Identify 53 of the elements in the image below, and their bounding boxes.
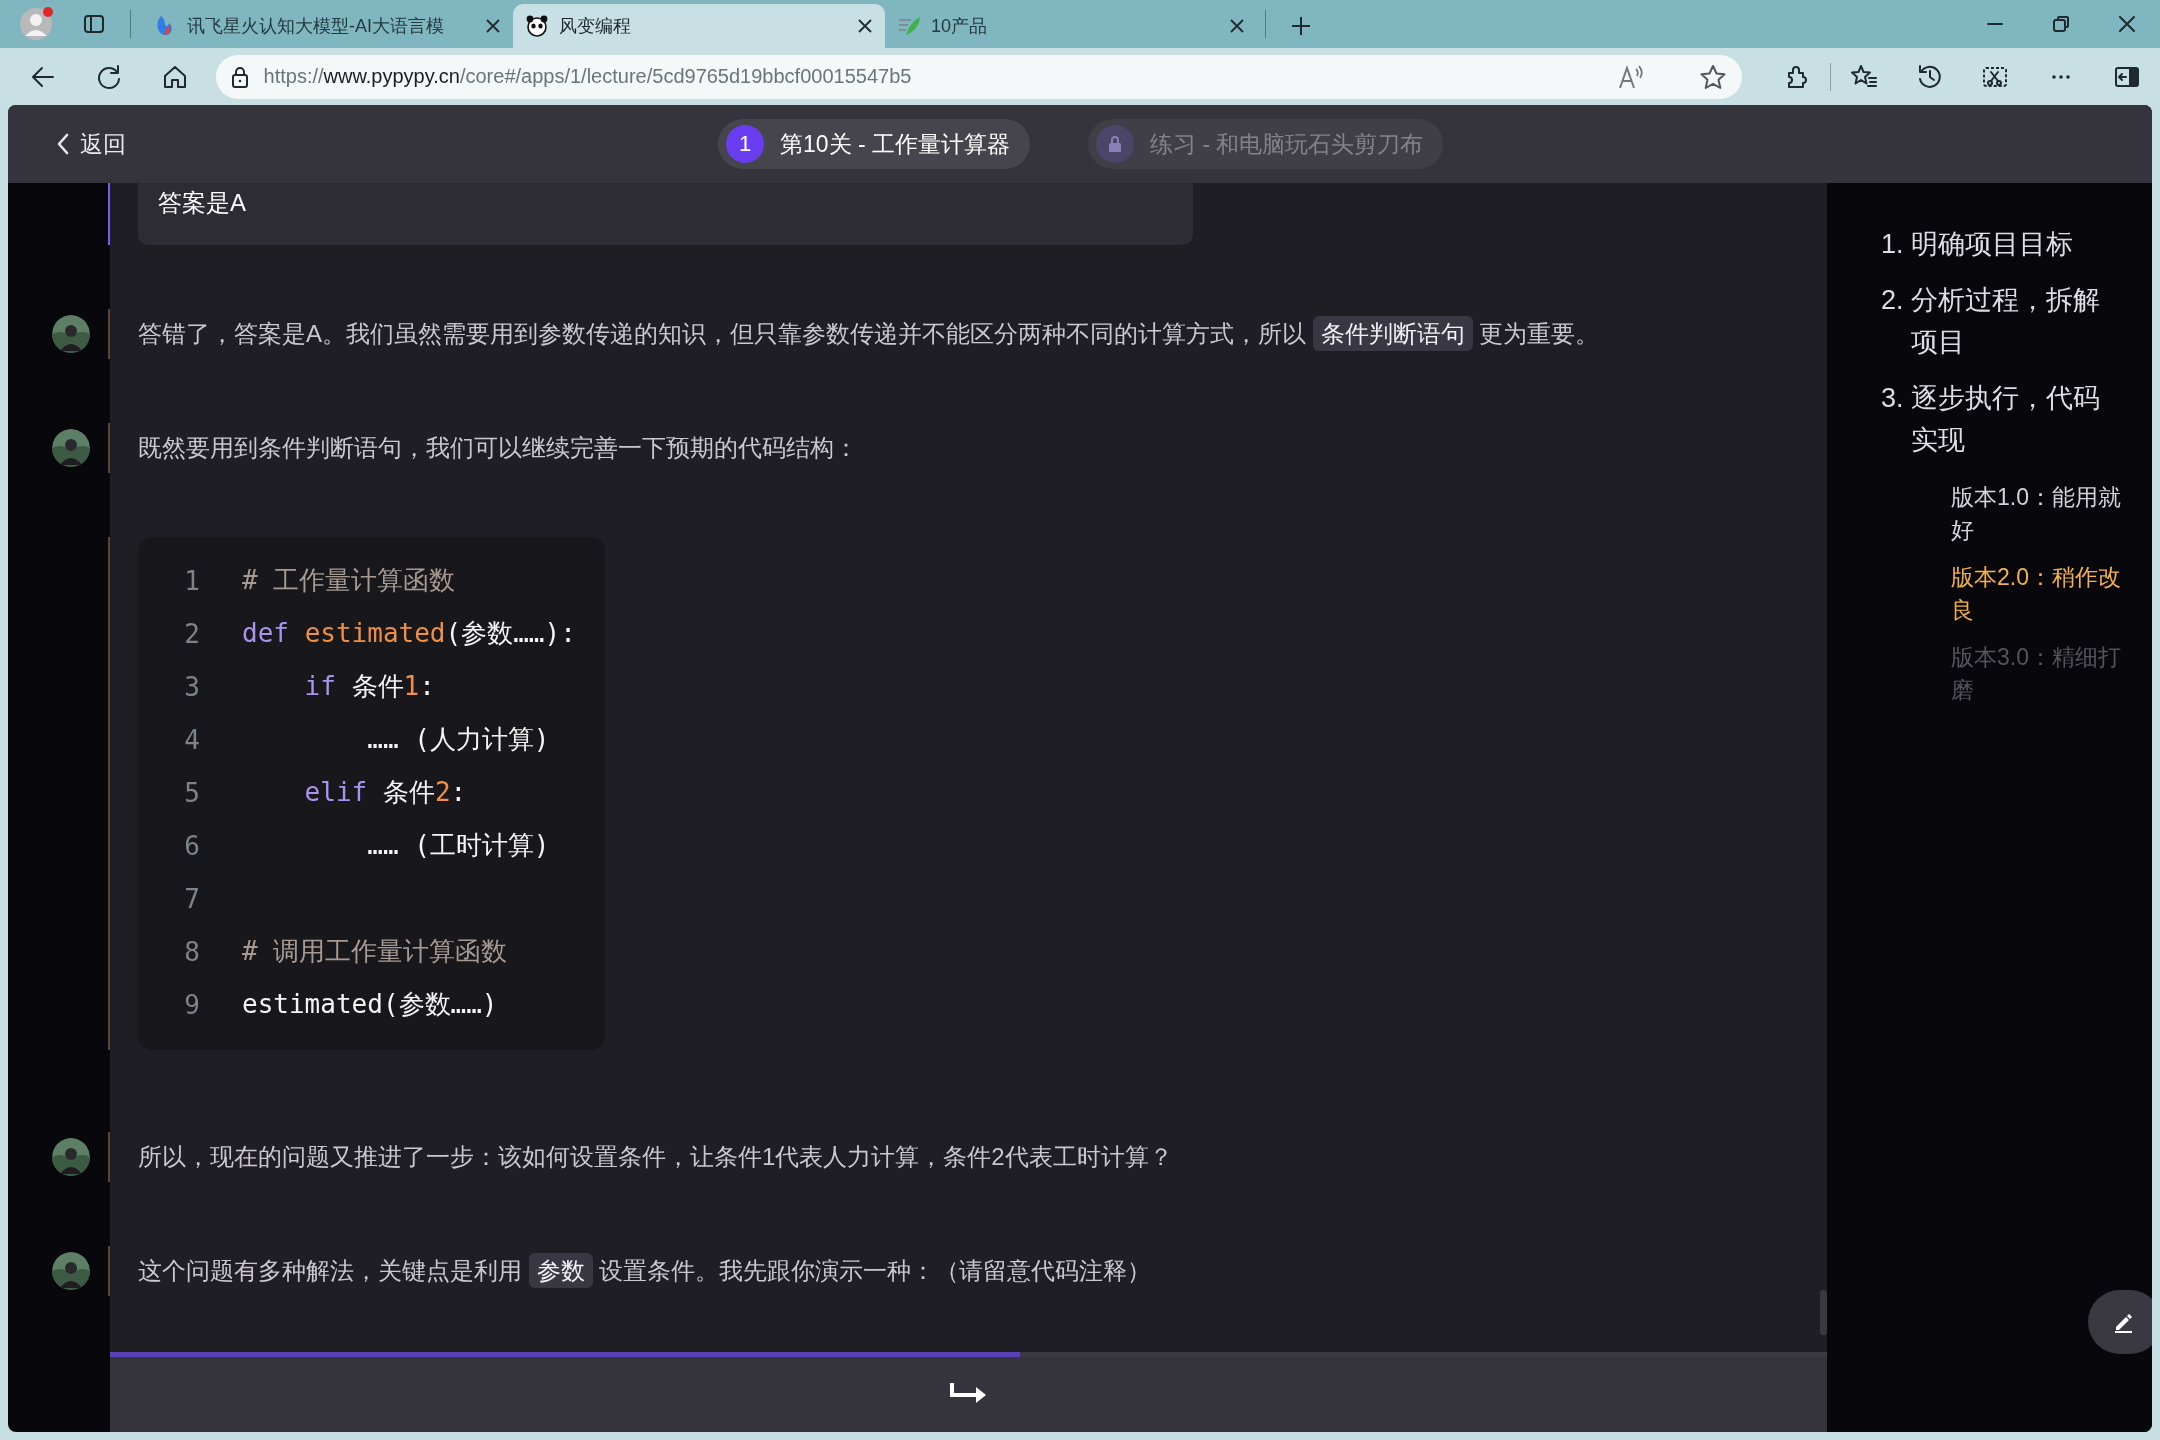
code-line: # 调用工作量计算函数: [242, 935, 508, 968]
message-text: 答错了，答案是A。我们虽然需要用到参数传递的知识，但只靠参数传递并不能区分两种不同的计算方式，所以 条件判断语句 更为重要。: [138, 314, 1600, 354]
browser-tab[interactable]: 风变编程: [513, 4, 885, 48]
outline-item[interactable]: 2. 分析过程，拆解项目: [1881, 279, 2121, 363]
code-line: # 工作量计算函数: [242, 564, 456, 597]
back-button[interactable]: 返回: [56, 128, 718, 160]
browser-tab[interactable]: 讯飞星火认知大模型-AI大语言模: [141, 4, 513, 48]
line-number: 5: [183, 777, 200, 808]
lock-icon: [1107, 135, 1124, 153]
line-number: 8: [183, 936, 200, 967]
leaf-icon: [897, 14, 921, 38]
answer-box: 答案是A: [138, 183, 1193, 245]
avatar: [52, 1252, 90, 1290]
line-number: 9: [183, 989, 200, 1020]
message-text: 既然要用到条件判断语句，我们可以继续完善一下预期的代码结构：: [138, 433, 858, 463]
lesson-tab[interactable]: 1 第10关 - 工作量计算器: [718, 119, 1031, 169]
outline-subitem[interactable]: 版本1.0：能用就好: [1951, 481, 2131, 547]
url-text: https://www.pypypy.cn/core#/apps/1/lecture/5cd9765d19bbcf00015547b5: [263, 65, 913, 88]
pencil-icon: [2112, 1311, 2134, 1333]
restore-icon[interactable]: [2050, 13, 2072, 35]
address-bar[interactable]: https://www.pypypy.cn/core#/apps/1/lecture/5cd9765d19bbcf00015547b5: [215, 54, 1742, 99]
line-number: 3: [183, 671, 200, 702]
panda-icon: [525, 14, 549, 38]
code-line: …… (工时计算): [366, 829, 550, 862]
scrollbar-thumb[interactable]: [1820, 1290, 1827, 1335]
close-icon[interactable]: [1229, 18, 1245, 34]
code-line: elif 条件2:: [303, 776, 467, 809]
chevron-left-icon: [56, 133, 70, 155]
line-number: 7: [183, 883, 200, 914]
avatar: [52, 315, 90, 353]
code-line: …… (人力计算): [366, 723, 550, 756]
close-icon[interactable]: [857, 18, 873, 34]
code-line: estimated(参数……): [242, 988, 498, 1021]
code-line: def estimated(参数……):: [242, 617, 576, 650]
avatar: [52, 1138, 90, 1176]
avatar: [52, 429, 90, 467]
new-tab-icon[interactable]: [1290, 15, 1312, 37]
code-line: if 条件1:: [303, 670, 435, 703]
lock-icon: [229, 64, 250, 89]
outline-item[interactable]: 3. 逐步执行，代码实现: [1881, 377, 2121, 461]
close-icon[interactable]: [485, 18, 501, 34]
tab-actions-icon[interactable]: [82, 12, 106, 36]
profile-icon[interactable]: [18, 6, 54, 42]
close-icon[interactable]: [2116, 13, 2138, 35]
message-text: 这个问题有多种解法，关键点是利用 参数 设置条件。我先跟你演示一种：（请留意代码注释）: [138, 1251, 1152, 1291]
outline-subitem[interactable]: 版本2.0：稍作改良: [1951, 561, 2131, 627]
line-number: 2: [183, 618, 200, 649]
outline-item[interactable]: 1. 明确项目目标: [1881, 223, 2121, 265]
browser-tab[interactable]: 10产品: [885, 4, 1257, 48]
message-text: 所以，现在的问题又推进了一步：该如何设置条件，让条件1代表人力计算，条件2代表工时计算？: [138, 1142, 1173, 1172]
line-number: 4: [183, 724, 200, 755]
line-number: 1: [183, 565, 200, 596]
line-number: 6: [183, 830, 200, 861]
